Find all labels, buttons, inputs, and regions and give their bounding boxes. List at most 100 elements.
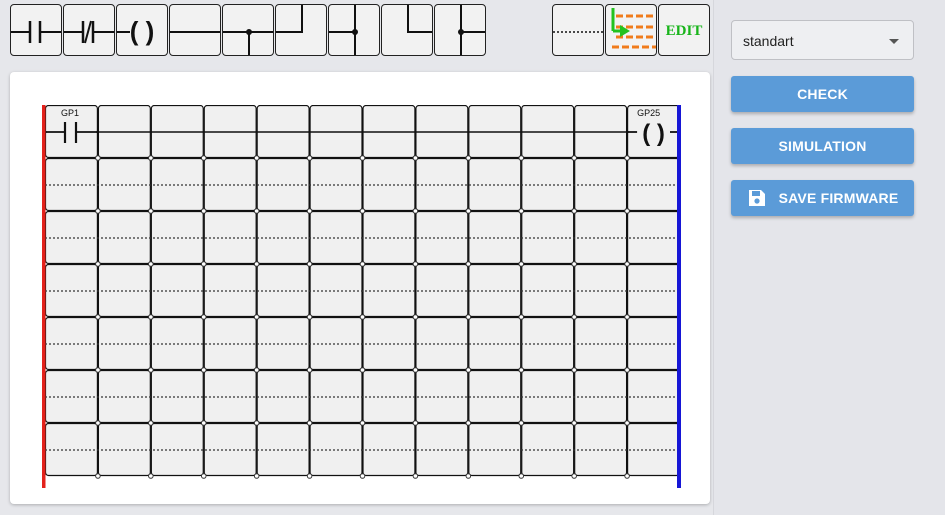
grid-node (624, 420, 630, 426)
save-icon (747, 188, 767, 208)
grid-node (253, 473, 260, 479)
grid-node (412, 367, 419, 373)
run-rungs-icon (611, 8, 656, 49)
grid-node (306, 314, 313, 320)
grid-node (95, 208, 101, 214)
grid-node (148, 155, 154, 161)
grid-node (148, 367, 154, 373)
check-button-label: CHECK (797, 86, 848, 102)
mode-select[interactable]: standart (731, 20, 914, 60)
grid-node (465, 420, 472, 426)
grid-node (518, 261, 525, 267)
grid-node (465, 314, 472, 320)
grid-node (95, 367, 101, 373)
corner-left-icon (407, 5, 432, 33)
contact-nc-tool[interactable] (63, 4, 115, 56)
grid-node (306, 261, 313, 267)
dotted-line-icon (553, 31, 603, 33)
grid-node (148, 208, 154, 214)
grid-node (95, 261, 101, 267)
grid-node (518, 420, 525, 426)
coil-glyph: ( ) (642, 120, 665, 147)
grid-node (412, 420, 419, 426)
grid-node (571, 473, 577, 479)
grid-node (95, 155, 101, 161)
grid-node (465, 155, 472, 161)
branch-left-icon (329, 5, 358, 55)
grid-node (571, 314, 577, 320)
contact-nc-icon (64, 20, 114, 44)
branch-down-icon (223, 29, 273, 55)
corner-up-tool[interactable] (275, 4, 327, 56)
ladder-grid[interactable]: GP1 ( ) GP25 (42, 105, 682, 488)
grid-node (518, 367, 525, 373)
grid-node (253, 261, 260, 267)
ladder-diagram[interactable]: GP1 ( ) GP25 (42, 105, 682, 488)
edit-label: EDIT (666, 23, 703, 39)
grid-node (359, 420, 366, 426)
grid-node (95, 314, 101, 320)
contact-no-tool[interactable] (10, 4, 62, 56)
grid-node (465, 473, 472, 479)
coil-icon: ( ) (117, 16, 154, 46)
corner-left-tool[interactable] (381, 4, 433, 56)
grid-node (571, 261, 577, 267)
grid-node (624, 473, 630, 479)
grid-node (465, 208, 472, 214)
grid-node (253, 367, 260, 373)
grid-node (306, 420, 313, 426)
grid-node (200, 473, 207, 479)
grid-node (412, 261, 419, 267)
edit-tool[interactable]: EDIT (658, 4, 710, 56)
grid-node (200, 420, 207, 426)
coil-tool[interactable]: ( ) (116, 4, 168, 56)
grid-node (571, 155, 577, 161)
horizontal-line-tool[interactable] (169, 4, 221, 56)
branch-down-tool[interactable] (222, 4, 274, 56)
right-power-rail (677, 105, 681, 488)
grid-node (624, 261, 630, 267)
contact-label: GP1 (61, 108, 79, 118)
simulation-button[interactable]: SIMULATION (731, 128, 914, 164)
grid-node (148, 261, 154, 267)
chevron-down-icon (889, 39, 899, 44)
grid-node (518, 155, 525, 161)
simulation-button-label: SIMULATION (778, 138, 867, 154)
grid-node (624, 208, 630, 214)
grid-node (253, 155, 260, 161)
grid-node (571, 420, 577, 426)
grid-node (306, 208, 313, 214)
grid-node (306, 367, 313, 373)
run-rungs-tool[interactable] (605, 4, 657, 56)
grid-node (200, 367, 207, 373)
grid-node (624, 314, 630, 320)
save-firmware-label: SAVE FIRMWARE (778, 190, 899, 206)
grid-node (306, 473, 313, 479)
grid-node (412, 155, 419, 161)
grid-node (465, 367, 472, 373)
grid-node (148, 314, 154, 320)
grid-node (359, 367, 366, 373)
grid-node (359, 473, 366, 479)
grid-node (571, 208, 577, 214)
branch-left-tool[interactable] (328, 4, 380, 56)
grid-node (624, 367, 630, 373)
contact-no-icon (11, 21, 61, 43)
check-button[interactable]: CHECK (731, 76, 914, 112)
corner-up-icon (276, 5, 303, 33)
grid-node (148, 420, 154, 426)
dotted-line-tool[interactable] (552, 4, 604, 56)
save-firmware-button[interactable]: SAVE FIRMWARE (731, 180, 914, 216)
grid-node (95, 420, 101, 426)
grid-node (200, 261, 207, 267)
edit-icon: EDIT (666, 23, 703, 39)
grid-node (200, 314, 207, 320)
grid-node (306, 155, 313, 161)
grid-node (571, 367, 577, 373)
grid-node (148, 473, 154, 479)
branch-right-tool[interactable] (434, 4, 486, 56)
coil-label: GP25 (637, 108, 660, 118)
grid-node (253, 208, 260, 214)
grid-node (518, 473, 525, 479)
grid-node (412, 473, 419, 479)
